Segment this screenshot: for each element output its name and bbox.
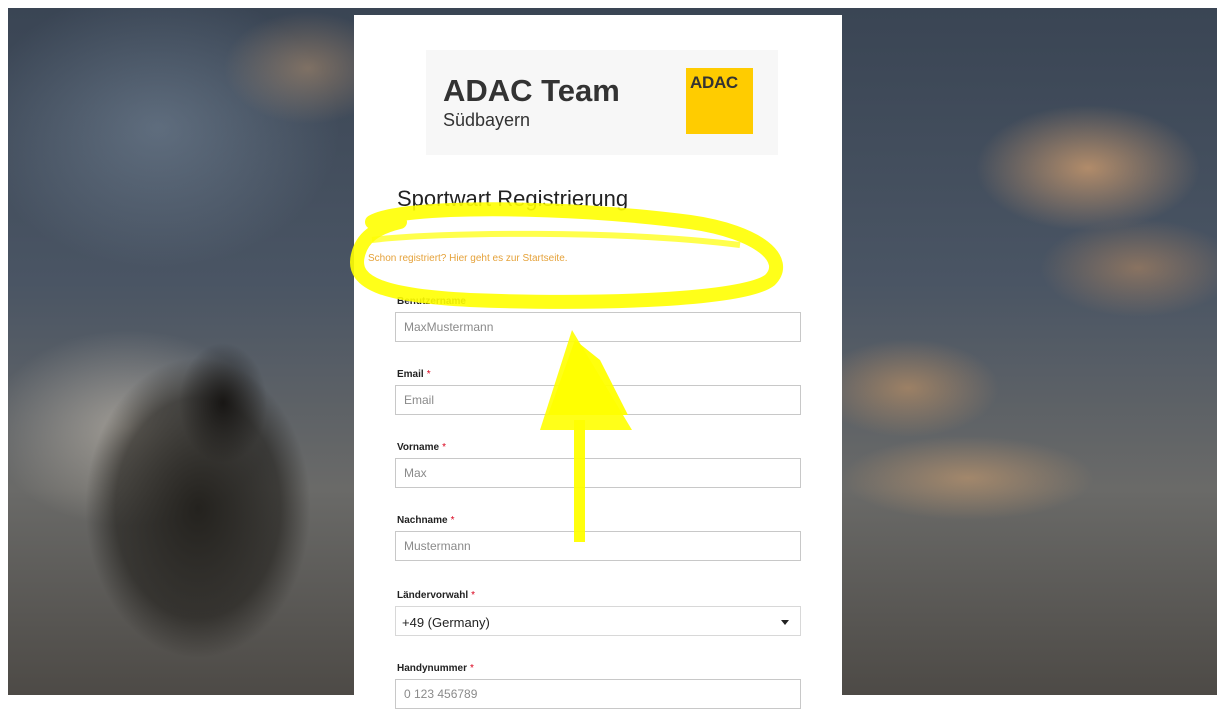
lastname-field-wrapper bbox=[395, 531, 801, 561]
adac-logo-text: ADAC bbox=[690, 73, 738, 92]
signin-link[interactable]: Schon registriert? Hier geht es zur Star… bbox=[368, 253, 568, 264]
username-field-wrapper bbox=[395, 312, 801, 342]
phone-input[interactable] bbox=[396, 680, 800, 708]
lastname-label: Nachname * bbox=[397, 515, 455, 526]
country-code-label: Ländervorwahl * bbox=[397, 590, 476, 601]
required-marker: * bbox=[442, 442, 446, 453]
email-label: Email * bbox=[397, 369, 431, 380]
page-title: Sportwart Registrierung bbox=[397, 186, 629, 211]
logo-title: ADAC Team bbox=[443, 73, 620, 108]
phone-label: Handynummer * bbox=[397, 663, 474, 674]
username-input[interactable] bbox=[396, 313, 800, 341]
logo-subtitle: Südbayern bbox=[443, 110, 531, 130]
adac-logo-badge: ADAC bbox=[686, 68, 753, 134]
required-marker: * bbox=[471, 590, 476, 601]
chevron-down-icon bbox=[781, 620, 789, 625]
required-marker: * bbox=[426, 369, 431, 380]
phone-field-wrapper bbox=[395, 679, 801, 709]
country-code-value: +49 (Germany) bbox=[402, 615, 490, 630]
username-label: Benutzername bbox=[397, 296, 466, 307]
required-marker: * bbox=[450, 515, 455, 526]
firstname-field-wrapper bbox=[395, 458, 801, 488]
tree-silhouette bbox=[168, 328, 278, 478]
firstname-input[interactable] bbox=[396, 459, 800, 487]
email-input[interactable] bbox=[396, 386, 800, 414]
lastname-input[interactable] bbox=[396, 532, 800, 560]
required-marker: * bbox=[470, 663, 474, 674]
email-field-wrapper bbox=[395, 385, 801, 415]
firstname-label: Vorname * bbox=[397, 442, 446, 453]
country-code-select[interactable]: +49 (Germany) bbox=[395, 606, 801, 636]
